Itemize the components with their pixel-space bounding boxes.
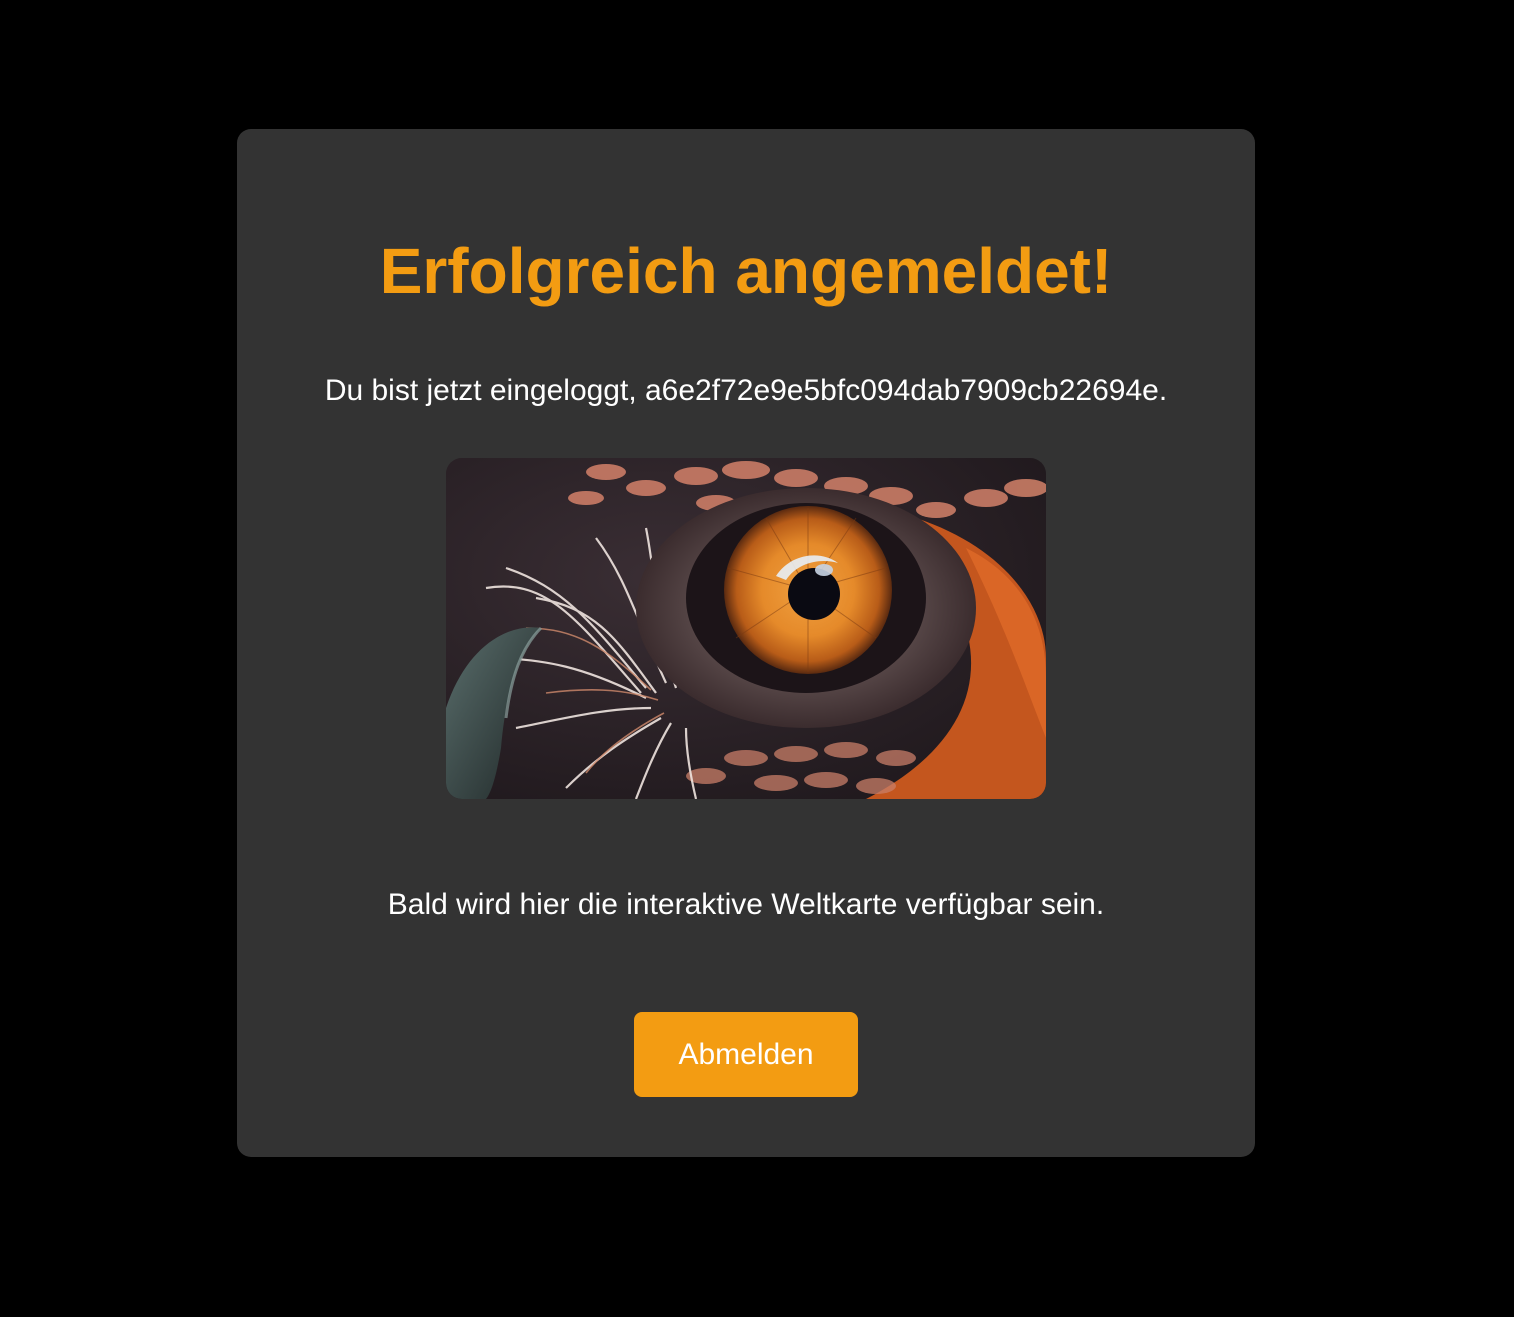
- page-title: Erfolgreich angemeldet!: [379, 235, 1113, 307]
- worldmap-info-text: Bald wird hier die interaktive Weltkarte…: [387, 888, 1105, 921]
- bird-eye-image: [446, 458, 1046, 799]
- login-success-card: Erfolgreich angemeldet! Du bist jetzt ei…: [237, 129, 1255, 1157]
- welcome-message: Du bist jetzt eingeloggt, a6e2f72e9e5bfc…: [324, 374, 1168, 407]
- logout-button[interactable]: Abmelden: [634, 1012, 858, 1097]
